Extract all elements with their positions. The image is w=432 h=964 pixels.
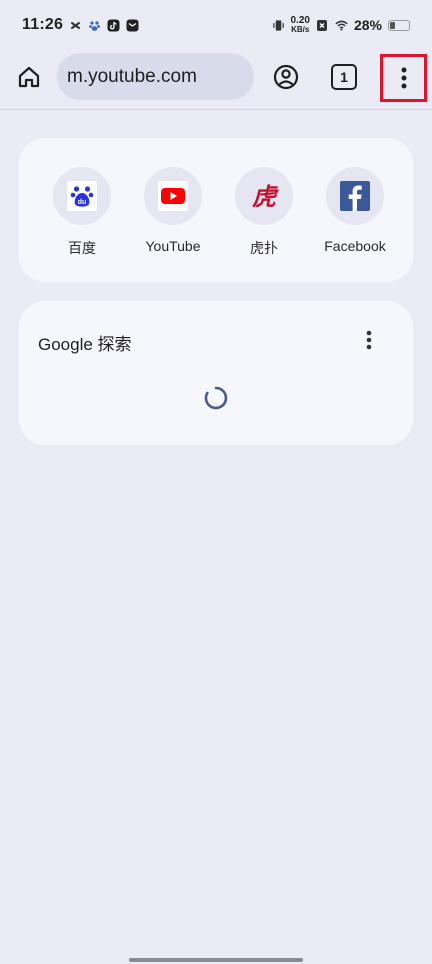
shortcut-icon-container: du [53,167,111,225]
shortcut-label: 虎扑 [250,240,278,256]
tiktok-icon [107,19,120,32]
shortcut-icon-container [144,167,202,225]
status-time: 11:26 [22,16,64,33]
browser-toolbar: m.youtube.com 1 [0,50,432,110]
shortcut-hupu[interactable]: 虎 虎扑 [219,167,309,258]
svg-text:du: du [78,199,87,206]
discover-options-button[interactable] [357,327,381,353]
shortcut-label: Facebook [324,238,386,254]
address-bar-url: m.youtube.com [67,65,197,87]
account-icon [273,64,299,90]
discover-title: Google 探索 [38,335,132,354]
vibrate-icon [272,19,285,32]
shortcut-icon-container [326,167,384,225]
gesture-navigation-bar[interactable] [129,958,303,962]
more-vertical-icon [401,67,406,89]
battery-percent: 28% [353,17,382,33]
status-left: 11:26 [22,16,139,34]
svg-text:虎: 虎 [252,182,279,211]
shortcut-label: YouTube [145,238,201,254]
no-sim-icon [316,19,329,32]
account-button[interactable] [269,60,303,94]
baidu-notification-icon [88,19,101,32]
shortcut-youtube[interactable]: YouTube [128,167,218,254]
hupu-icon: 虎 [252,182,279,211]
more-options-button[interactable] [380,54,427,102]
battery-icon [388,19,410,31]
mail-notification-icon [126,19,139,32]
loading-spinner-icon [204,386,228,410]
network-speed-unit: KB/s [291,25,310,34]
status-right: 0.20 KB/s 28% [272,16,410,34]
shortcut-icon-container: 虎 [235,167,293,225]
home-button[interactable] [12,60,46,94]
network-speed: 0.20 KB/s [291,16,310,34]
tab-count: 1 [340,69,348,85]
battery-level-fill [390,21,395,29]
youtube-icon [158,181,188,211]
wifi-icon [335,19,348,32]
shortcuts-card: du 百度 YouTube 虎 虎扑 Facebook [19,138,413,282]
baidu-icon: du [67,181,97,211]
status-bar: 11:26 0.20 KB/s 28% [0,0,432,50]
tab-switcher-button[interactable]: 1 [331,64,357,90]
shortcut-label: 百度 [68,240,96,256]
address-bar[interactable]: m.youtube.com [57,53,254,100]
more-vertical-icon [366,330,372,350]
shortcut-baidu[interactable]: du 百度 [37,167,127,258]
facebook-icon [340,181,370,211]
shortcut-facebook[interactable]: Facebook [310,167,400,254]
discover-card: Google 探索 [19,301,413,445]
sync-icon [69,19,82,32]
home-icon [18,66,40,88]
